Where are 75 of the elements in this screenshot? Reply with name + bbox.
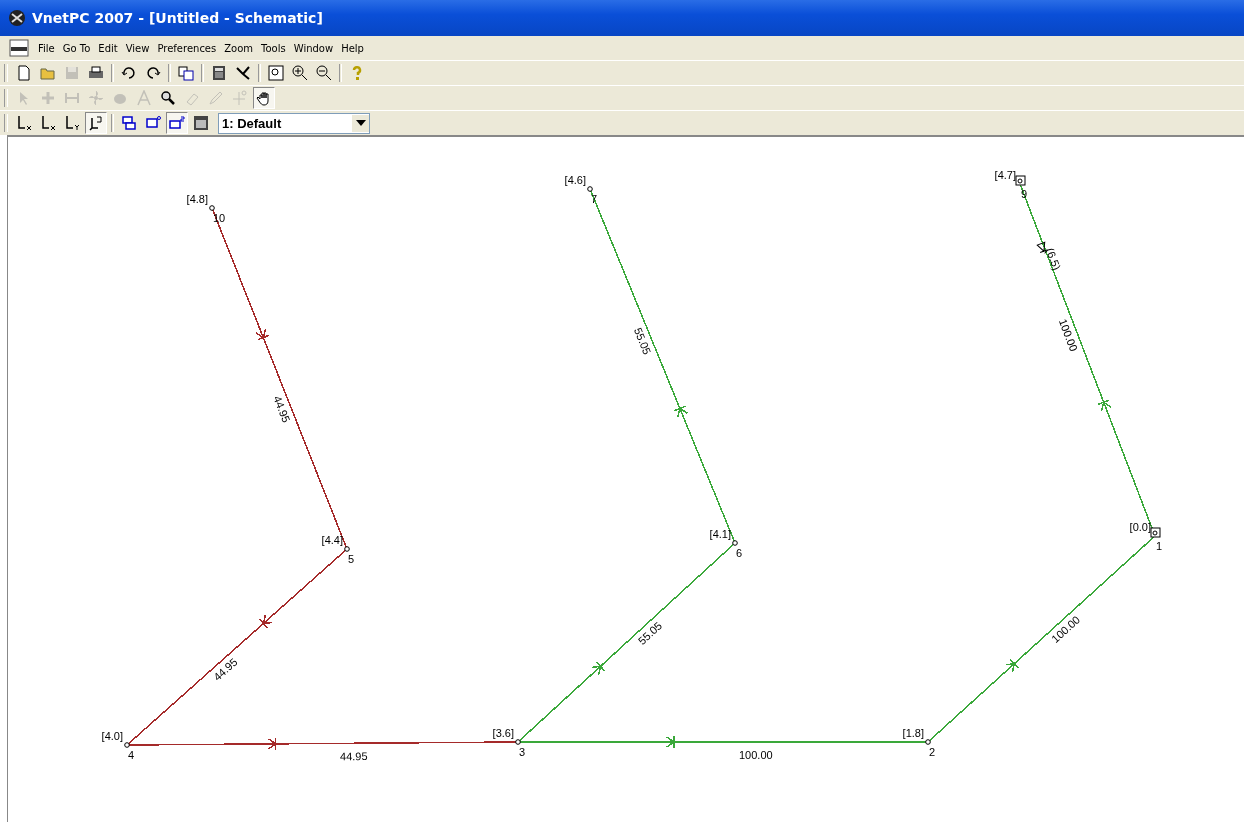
- plus-icon: [40, 90, 56, 106]
- junction-node: [209, 205, 215, 211]
- menu-item[interactable]: Help: [341, 42, 364, 54]
- menu-item[interactable]: Edit: [98, 42, 118, 54]
- toolbar-button[interactable]: [85, 112, 107, 134]
- network-icon: [235, 65, 251, 81]
- copy-icon: [178, 65, 194, 81]
- pressure-label: [4.6]: [564, 174, 586, 186]
- node-id: 1: [1156, 540, 1163, 552]
- node-id: 5: [348, 553, 355, 565]
- pressure-label: [3.6]: [492, 727, 514, 739]
- magnifier-icon: [160, 90, 176, 106]
- menu-item[interactable]: Zoom: [224, 42, 254, 54]
- menu-item[interactable]: Tools: [261, 42, 286, 54]
- node-id: 6: [736, 547, 743, 559]
- pressure-label: [4.7]: [994, 169, 1016, 181]
- tank-node: [1150, 527, 1161, 538]
- layers-icon: [121, 115, 137, 131]
- axis-y-icon: [64, 115, 80, 131]
- node-id: 3: [519, 746, 526, 758]
- pressure-label: [4.1]: [709, 528, 731, 540]
- pressure-label: [0.0]: [1129, 521, 1151, 533]
- zoom-out-icon: [316, 65, 332, 81]
- hand-icon: [256, 90, 272, 106]
- node-id: 4: [128, 749, 135, 761]
- window-title: VnetPC 2007 - [Untitled - Schematic]: [32, 10, 323, 26]
- flow-label: 100.00: [738, 748, 773, 761]
- redo-icon: [145, 65, 161, 81]
- junction-node: [732, 540, 738, 546]
- layer-up-icon: [145, 115, 161, 131]
- pressure-label: [4.0]: [101, 730, 123, 742]
- pencil-icon: [208, 90, 224, 106]
- document-icon[interactable]: [8, 39, 30, 57]
- menu-item[interactable]: View: [125, 42, 150, 54]
- new-page-icon: [16, 65, 32, 81]
- menu-item[interactable]: Window: [293, 42, 334, 54]
- printer-icon: [88, 65, 104, 81]
- pressure-label: [4.8]: [186, 193, 208, 205]
- zoom-in-icon: [292, 65, 308, 81]
- junction-node: [587, 186, 593, 192]
- pump-label: (6.5): [1043, 246, 1064, 272]
- crosshair-icon: [232, 90, 248, 106]
- toolbar-button[interactable]: [253, 87, 275, 109]
- node-id: 2: [929, 746, 936, 758]
- fan-icon: [88, 90, 104, 106]
- junction-node: [344, 546, 350, 552]
- pressure-label: [1.8]: [902, 727, 924, 739]
- axis-x-icon: [16, 115, 32, 131]
- flow-label: 44.95: [339, 750, 368, 763]
- app-logo-icon: [8, 9, 26, 27]
- menu-item[interactable]: Preferences: [157, 42, 217, 54]
- axis-3d-icon: [88, 115, 104, 131]
- junction-node: [515, 739, 521, 745]
- flow-label: 44.95: [271, 394, 293, 425]
- junction-node: [124, 742, 130, 748]
- open-folder-icon: [40, 65, 56, 81]
- layer-dropdown[interactable]: 1: Default: [218, 112, 370, 134]
- toolbar-button[interactable]: [265, 62, 287, 84]
- flow-label: 55.05: [631, 326, 654, 357]
- dropdown-arrow-icon: [355, 120, 366, 126]
- undo-icon: [121, 65, 137, 81]
- menu-item[interactable]: Go To: [62, 42, 91, 54]
- flow-label: 100.00: [1056, 317, 1080, 353]
- tank-node: [1015, 175, 1026, 186]
- zoom-fit-icon: [268, 65, 284, 81]
- window-icon: [193, 115, 209, 131]
- layer-down-icon: [169, 115, 185, 131]
- text-icon: [136, 90, 152, 106]
- junction-node: [925, 739, 931, 745]
- pressure-label: [4.4]: [321, 534, 343, 546]
- axis-x-icon: [40, 115, 56, 131]
- menu-item[interactable]: File: [38, 42, 55, 54]
- pipe-icon: [64, 90, 80, 106]
- toolbar-button[interactable]: [166, 112, 188, 134]
- calculator-icon: [211, 65, 227, 81]
